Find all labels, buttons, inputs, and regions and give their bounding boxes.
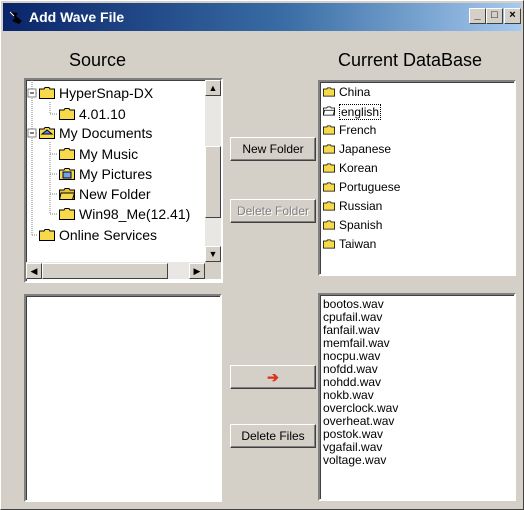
tree-item-label: HyperSnap-DX	[59, 85, 154, 101]
folder-icon	[323, 201, 335, 211]
folder-label: Russian	[339, 199, 383, 213]
maximize-button[interactable]: □	[486, 8, 503, 24]
scrollbar-corner	[205, 262, 221, 279]
folder-label: Korean	[339, 161, 378, 175]
folder-icon	[59, 108, 75, 120]
folder-open-icon	[323, 106, 335, 116]
database-folder-list[interactable]: China english French Japanese Korean Por…	[318, 80, 516, 276]
folder-icon	[39, 87, 55, 99]
folder-label: english	[339, 104, 382, 120]
window-title: Add Wave File	[29, 9, 125, 25]
folder-label: Spanish	[339, 218, 383, 232]
tree-item-label: My Music	[79, 146, 139, 162]
scroll-thumb[interactable]	[205, 146, 221, 218]
add-wave-file-window: Add Wave File _ □ × Source Current DataB…	[0, 0, 524, 510]
folder-label: Japanese	[339, 142, 392, 156]
tree-item-label: Win98_Me(12.41)	[79, 206, 191, 222]
pictures-folder-icon	[59, 168, 75, 180]
list-item[interactable]: voltage.wav	[323, 454, 386, 467]
scroll-right-arrow-icon[interactable]: ▶	[189, 263, 205, 279]
folder-icon	[323, 239, 335, 249]
folder-icon	[59, 148, 75, 160]
tree-item-label: New Folder	[79, 186, 151, 202]
folder-icon	[323, 125, 335, 135]
tree-item-label: Online Services	[59, 227, 158, 243]
source-heading: Source	[69, 50, 127, 70]
close-button[interactable]: ×	[504, 8, 521, 24]
folder-label: China	[339, 85, 371, 99]
documents-folder-icon	[39, 127, 55, 139]
folder-icon	[323, 144, 335, 154]
folder-icon	[59, 208, 75, 220]
title-bar[interactable]: Add Wave File _ □ ×	[3, 3, 521, 31]
tree-item-label: My Pictures	[79, 166, 153, 182]
source-file-list[interactable]	[24, 294, 222, 502]
scroll-left-arrow-icon[interactable]: ◀	[26, 263, 42, 279]
folder-open-icon	[59, 188, 75, 200]
folder-icon	[323, 163, 335, 173]
database-heading: Current DataBase	[338, 50, 483, 70]
tree-item-label: 4.01.10	[79, 106, 126, 122]
tree-item-label: My Documents	[59, 125, 153, 141]
delete-files-button[interactable]: Delete Files	[230, 424, 316, 448]
minimize-button[interactable]: _	[469, 8, 486, 24]
wave-app-icon	[9, 11, 22, 24]
scroll-thumb[interactable]	[42, 263, 168, 279]
folder-icon	[323, 182, 335, 192]
scroll-up-arrow-icon[interactable]: ▲	[205, 80, 221, 96]
tree-vertical-scrollbar[interactable]: ▲ ▼	[205, 80, 221, 262]
add-files-arrow-button[interactable]: ➔	[230, 365, 316, 389]
folder-label: Taiwan	[339, 237, 377, 251]
folder-icon	[323, 220, 335, 230]
source-tree-panel[interactable]: HyperSnap-DX 4.01.10 My Documents My Mus…	[24, 78, 223, 283]
delete-folder-button[interactable]: Delete Folder	[230, 199, 316, 223]
tree-horizontal-scrollbar[interactable]: ◀ ▶	[26, 262, 205, 279]
right-arrow-icon: ➔	[267, 369, 279, 385]
folder-label: French	[339, 123, 377, 137]
folder-label: Portuguese	[339, 180, 401, 194]
folder-icon	[323, 87, 335, 97]
database-file-list[interactable]: bootos.wav cpufail.wav fanfail.wav memfa…	[318, 293, 516, 501]
new-folder-button[interactable]: New Folder	[230, 137, 316, 161]
scroll-down-arrow-icon[interactable]: ▼	[205, 246, 221, 262]
folder-icon	[39, 229, 55, 241]
